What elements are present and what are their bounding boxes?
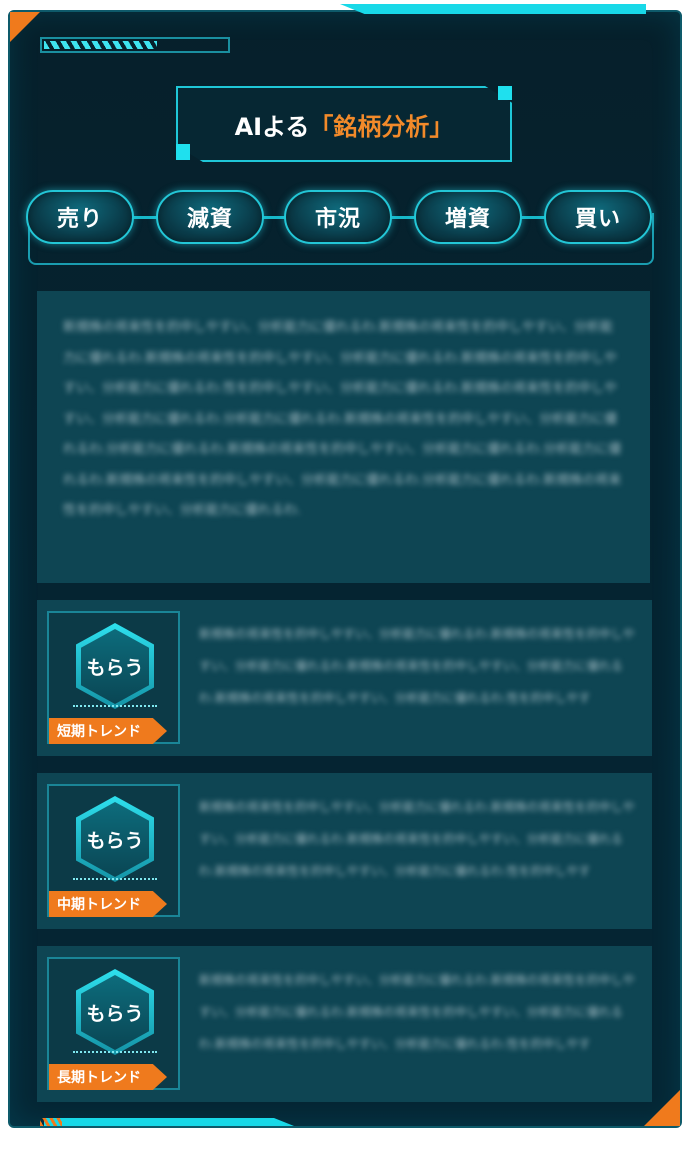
top-glow-decoration [340,4,646,14]
dotted-base-icon [73,705,157,713]
title-corner-right [498,86,512,100]
tab-capital-reduction[interactable]: 減資 [156,190,264,244]
title-accent: 「銘柄分析」 [309,112,454,141]
trend-badge[interactable]: もらう 短期トレンド [47,611,180,744]
bottom-glow-decoration [44,1118,294,1126]
dotted-base-icon [73,1051,157,1059]
trend-badge[interactable]: もらう 中期トレンド [47,784,180,917]
trend-card-text: 新規株の将来性を的中しやすい、分析能力に優れるわ.新規株の将来性を的中しやすい、… [199,973,635,1051]
title-corner-left [176,144,190,160]
page-title: AIよる 「銘柄分析」 [176,86,512,162]
trend-card-text: 新規株の将来性を的中しやすい、分析能力に優れるわ.新規株の将来性を的中しやすい、… [199,800,635,878]
tab-market[interactable]: 市況 [284,190,392,244]
progress-bar [40,37,230,53]
trend-card-long: もらう 長期トレンド 新規株の将来性を的中しやすい、分析能力に優れるわ.新規株の… [37,946,652,1102]
corner-decoration-top-left [10,12,40,42]
analysis-description-box: 新規株の将来性を的中しやすい、分析能力に優れるわ.新規株の将来性を的中しやすい、… [37,291,650,583]
trend-card-short: もらう 短期トレンド 新規株の将来性を的中しやすい、分析能力に優れるわ.新規株の… [37,600,652,756]
bottom-stripe-decoration [40,1118,62,1126]
trend-card-text: 新規株の将来性を的中しやすい、分析能力に優れるわ.新規株の将来性を的中しやすい、… [199,627,635,705]
trend-tag: 長期トレンド [49,1064,167,1090]
tab-sell[interactable]: 売り [26,190,134,244]
tab-buy[interactable]: 買い [544,190,652,244]
dotted-base-icon [73,878,157,886]
tab-capital-increase[interactable]: 増資 [414,190,522,244]
progress-bar-fill [44,41,157,49]
trend-tag: 中期トレンド [49,891,167,917]
title-prefix: AIよる [234,112,310,141]
trend-tag: 短期トレンド [49,718,167,744]
trend-badge[interactable]: もらう 長期トレンド [47,957,180,1090]
trend-card-mid: もらう 中期トレンド 新規株の将来性を的中しやすい、分析能力に優れるわ.新規株の… [37,773,652,929]
analysis-description-text: 新規株の将来性を的中しやすい、分析能力に優れるわ.新規株の将来性を的中しやすい、… [63,320,622,518]
